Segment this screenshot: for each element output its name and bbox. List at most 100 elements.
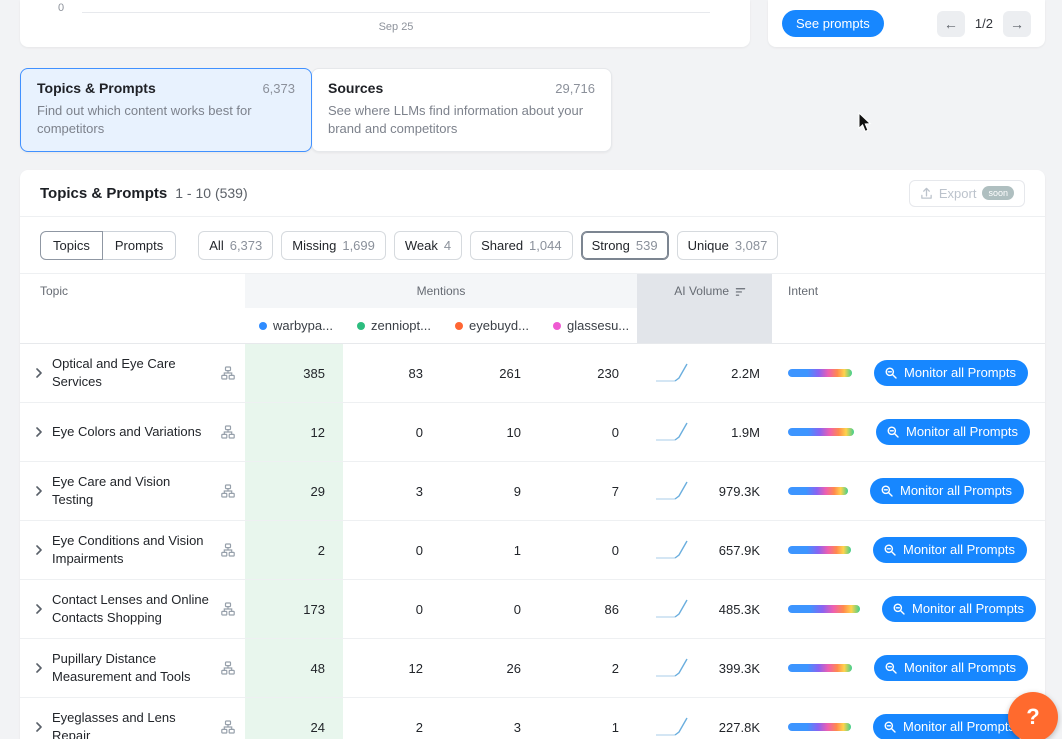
ai-volume-cell: 657.9K bbox=[637, 521, 772, 579]
mention-cell: 7 bbox=[539, 462, 637, 520]
mention-cell: 24 bbox=[245, 698, 343, 739]
export-icon bbox=[920, 187, 933, 200]
hierarchy-icon[interactable] bbox=[221, 602, 235, 616]
help-question-icon: ? bbox=[1026, 704, 1039, 730]
filter-chip-strong[interactable]: Strong 539 bbox=[581, 231, 669, 260]
ai-volume-cell: 979.3K bbox=[637, 462, 772, 520]
view-toggle-topics[interactable]: Topics bbox=[40, 231, 103, 260]
chip-count: 4 bbox=[444, 238, 451, 253]
mention-cell: 261 bbox=[441, 344, 539, 402]
monitor-all-prompts-button[interactable]: Monitor all Prompts bbox=[873, 714, 1027, 739]
tab-card-topics-prompts[interactable]: Topics & Prompts 6,373 Find out which co… bbox=[20, 68, 312, 152]
filter-chip-missing[interactable]: Missing 1,699 bbox=[281, 231, 386, 260]
hierarchy-icon[interactable] bbox=[221, 425, 235, 439]
monitor-all-prompts-button[interactable]: Monitor all Prompts bbox=[876, 419, 1030, 445]
expand-chevron-icon[interactable] bbox=[34, 663, 44, 673]
trend-sparkline bbox=[653, 596, 691, 622]
ai-volume-cell: 1.9M bbox=[637, 403, 772, 461]
mention-cell: 0 bbox=[343, 521, 441, 579]
mention-cell: 0 bbox=[539, 403, 637, 461]
chip-count: 6,373 bbox=[230, 238, 263, 253]
next-page-button[interactable]: → bbox=[1003, 11, 1031, 37]
trend-sparkline bbox=[653, 655, 691, 681]
chip-count: 1,699 bbox=[342, 238, 375, 253]
trend-sparkline bbox=[653, 419, 691, 445]
mention-cell: 0 bbox=[441, 580, 539, 638]
monitor-all-prompts-button[interactable]: Monitor all Prompts bbox=[874, 360, 1028, 386]
filter-bar: Topics Prompts All 6,373 Missing 1,699 W… bbox=[20, 217, 1045, 274]
ai-volume-cell: 227.8K bbox=[637, 698, 772, 739]
mention-cell: 12 bbox=[245, 403, 343, 461]
tab-card-sources[interactable]: Sources 29,716 See where LLMs find infor… bbox=[311, 68, 612, 152]
topic-name: Eye Conditions and Vision Impairments bbox=[52, 532, 213, 567]
expand-chevron-icon[interactable] bbox=[34, 486, 44, 496]
view-toggle-label: Topics bbox=[53, 238, 90, 253]
intent-distribution-bar bbox=[788, 664, 852, 672]
hierarchy-icon[interactable] bbox=[221, 366, 235, 380]
soon-badge: soon bbox=[982, 186, 1014, 200]
topic-cell: Eyeglasses and Lens Repair bbox=[20, 698, 245, 739]
competitor-name: zenniopt... bbox=[371, 318, 431, 333]
mention-cell: 173 bbox=[245, 580, 343, 638]
monitor-all-prompts-button[interactable]: Monitor all Prompts bbox=[874, 655, 1028, 681]
y-axis-zero-label: 0 bbox=[58, 2, 64, 14]
ai-volume-value: 1.9M bbox=[731, 425, 760, 440]
monitor-all-prompts-button[interactable]: Monitor all Prompts bbox=[870, 478, 1024, 504]
chip-label: All bbox=[209, 238, 223, 253]
monitor-magnifier-icon bbox=[880, 484, 894, 498]
monitor-magnifier-icon bbox=[892, 602, 906, 616]
filter-chip-all[interactable]: All 6,373 bbox=[198, 231, 273, 260]
intent-cell: Monitor all Prompts bbox=[772, 639, 1045, 697]
see-prompts-button[interactable]: See prompts bbox=[782, 10, 884, 37]
topic-name: Eye Care and Vision Testing bbox=[52, 473, 213, 508]
topic-cell: Contact Lenses and Online Contacts Shopp… bbox=[20, 580, 245, 638]
table-row: Contact Lenses and Online Contacts Shopp… bbox=[20, 580, 1045, 639]
sort-icon bbox=[735, 286, 746, 297]
monitor-button-label: Monitor all Prompts bbox=[903, 719, 1015, 734]
hierarchy-icon[interactable] bbox=[221, 484, 235, 498]
monitor-button-label: Monitor all Prompts bbox=[912, 601, 1024, 616]
monitor-button-label: Monitor all Prompts bbox=[903, 542, 1015, 557]
monitor-all-prompts-button[interactable]: Monitor all Prompts bbox=[873, 537, 1027, 563]
competitor-name: warbypa... bbox=[273, 318, 333, 333]
mention-cell: 230 bbox=[539, 344, 637, 402]
expand-chevron-icon[interactable] bbox=[34, 427, 44, 437]
filter-chip-unique[interactable]: Unique 3,087 bbox=[677, 231, 779, 260]
chip-label: Weak bbox=[405, 238, 438, 253]
expand-chevron-icon[interactable] bbox=[34, 545, 44, 555]
intent-distribution-bar bbox=[788, 546, 851, 554]
monitor-button-label: Monitor all Prompts bbox=[904, 660, 1016, 675]
mention-cell: 86 bbox=[539, 580, 637, 638]
view-toggle-prompts[interactable]: Prompts bbox=[102, 231, 176, 260]
filter-chips: All 6,373 Missing 1,699 Weak 4 Shared 1,… bbox=[198, 231, 778, 260]
expand-chevron-icon[interactable] bbox=[34, 722, 44, 732]
card-title: Sources bbox=[328, 80, 383, 96]
hierarchy-icon[interactable] bbox=[221, 661, 235, 675]
intent-cell: Monitor all Prompts bbox=[772, 403, 1045, 461]
expand-chevron-icon[interactable] bbox=[34, 368, 44, 378]
mention-cell: 9 bbox=[441, 462, 539, 520]
topic-cell: Eye Conditions and Vision Impairments bbox=[20, 521, 245, 579]
filter-chip-weak[interactable]: Weak 4 bbox=[394, 231, 462, 260]
view-toggle-label: Prompts bbox=[115, 238, 163, 253]
mention-cell: 2 bbox=[539, 639, 637, 697]
trend-chart-card: 0 Sep 25 bbox=[20, 0, 750, 47]
expand-chevron-icon[interactable] bbox=[34, 604, 44, 614]
chip-label: Shared bbox=[481, 238, 523, 253]
column-header-topic: Topic bbox=[20, 274, 245, 308]
export-button[interactable]: Export soon bbox=[909, 180, 1025, 207]
help-button[interactable]: ? bbox=[1008, 692, 1058, 739]
intent-cell: Monitor all Prompts bbox=[772, 698, 1045, 739]
prev-page-button[interactable]: ← bbox=[937, 11, 965, 37]
column-header-ai-volume[interactable]: AI Volume bbox=[637, 274, 772, 308]
mouse-cursor bbox=[858, 112, 873, 133]
arrow-right-icon: → bbox=[1010, 16, 1024, 32]
monitor-all-prompts-button[interactable]: Monitor all Prompts bbox=[882, 596, 1036, 622]
hierarchy-icon[interactable] bbox=[221, 543, 235, 557]
filter-chip-shared[interactable]: Shared 1,044 bbox=[470, 231, 572, 260]
table-header-competitors: warbypa... zenniopt... eyebuyd... glasse… bbox=[20, 308, 1045, 344]
topic-cell: Eye Colors and Variations bbox=[20, 403, 245, 461]
intent-distribution-bar bbox=[788, 428, 854, 436]
table-row: Eye Colors and Variations 12 0 10 0 1.9M… bbox=[20, 403, 1045, 462]
hierarchy-icon[interactable] bbox=[221, 720, 235, 734]
